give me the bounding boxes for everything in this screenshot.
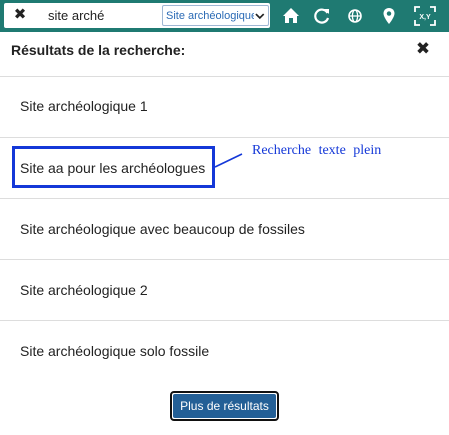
more-results-label: Plus de résultats [173,394,276,418]
annotation-connector-line [214,153,243,168]
more-results-button[interactable]: Plus de résultats [170,391,279,421]
annotation-label: Recherche texte plein [252,143,382,158]
